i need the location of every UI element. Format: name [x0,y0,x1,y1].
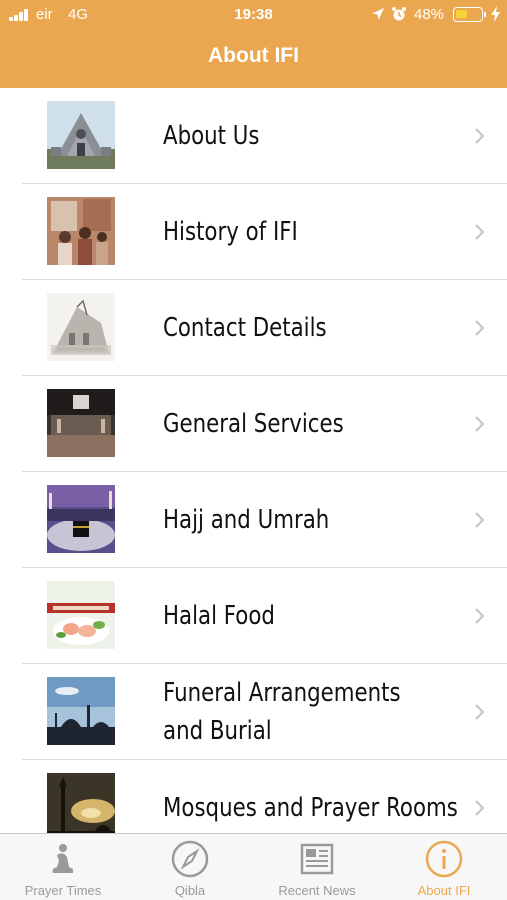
halal-food-thumbnail [47,581,115,649]
header: eir 4G 19:38 48% About IFI [0,0,507,88]
list-item-label: General Services [163,409,344,439]
page-title: About IFI [208,44,299,67]
location-icon [372,8,384,20]
list-item-contact-details[interactable]: Contact Details [0,280,507,376]
tab-label: Recent News [278,883,356,898]
list-item-label: Funeral Arrangements and Burial [163,678,401,746]
list-item-label: Mosques and Prayer Rooms [163,793,458,823]
prayer-hall-thumbnail [47,389,115,457]
chevron-right-icon [475,512,485,528]
battery-tip [484,12,486,17]
info-icon [425,840,463,878]
praying-person-icon [52,844,73,873]
compass-icon [171,840,209,878]
list-item-hajj-umrah[interactable]: Hajj and Umrah [0,472,507,568]
list-item-about-us[interactable]: About Us [0,88,507,184]
list-item-label: About Us [163,121,260,151]
tab-label: About IFI [417,883,471,898]
alarm-icon [392,7,406,21]
minaret-sunset-thumbnail [47,773,115,833]
chevron-right-icon [475,800,485,816]
list-item-label: Contact Details [163,313,327,343]
list-item-history[interactable]: History of IFI [0,184,507,280]
charging-icon [491,6,500,22]
kaaba-thumbnail [47,485,115,553]
chevron-right-icon [475,224,485,240]
chevron-right-icon [475,704,485,720]
list-item-general-services[interactable]: General Services [0,376,507,472]
chevron-right-icon [475,416,485,432]
list-item-label: Hajj and Umrah [163,505,330,535]
family-photo-thumbnail [47,197,115,265]
list-item-label: History of IFI [163,217,298,247]
list-item-halal-food[interactable]: Halal Food [0,568,507,664]
chevron-right-icon [475,128,485,144]
list-item-funeral-arrangements[interactable]: Funeral Arrangements and Burial [0,664,507,760]
tab-bar: Prayer Times Qibla Recent News About IFI [0,833,507,900]
tab-qibla[interactable]: Qibla [127,834,253,900]
about-list: About Us History of IFI Contact Details … [0,88,507,833]
church-facade-thumbnail [47,101,115,169]
mosque-silhouette-thumbnail [47,677,115,745]
battery-percent: 48% [414,6,445,23]
chevron-right-icon [475,320,485,336]
list-item-mosques-prayer-rooms[interactable]: Mosques and Prayer Rooms [0,760,507,833]
tab-prayer-times[interactable]: Prayer Times [0,834,126,900]
tab-about-ifi[interactable]: About IFI [381,834,507,900]
status-bar: eir 4G 19:38 48% [0,0,507,30]
newspaper-icon [300,843,334,875]
battery-level [456,10,467,18]
tab-label: Qibla [174,883,206,898]
tab-recent-news[interactable]: Recent News [254,834,380,900]
building-sketch-thumbnail [47,293,115,361]
tab-label: Prayer Times [24,883,102,898]
battery-icon [453,7,483,22]
list-item-label: Halal Food [163,601,275,631]
chevron-right-icon [475,608,485,624]
